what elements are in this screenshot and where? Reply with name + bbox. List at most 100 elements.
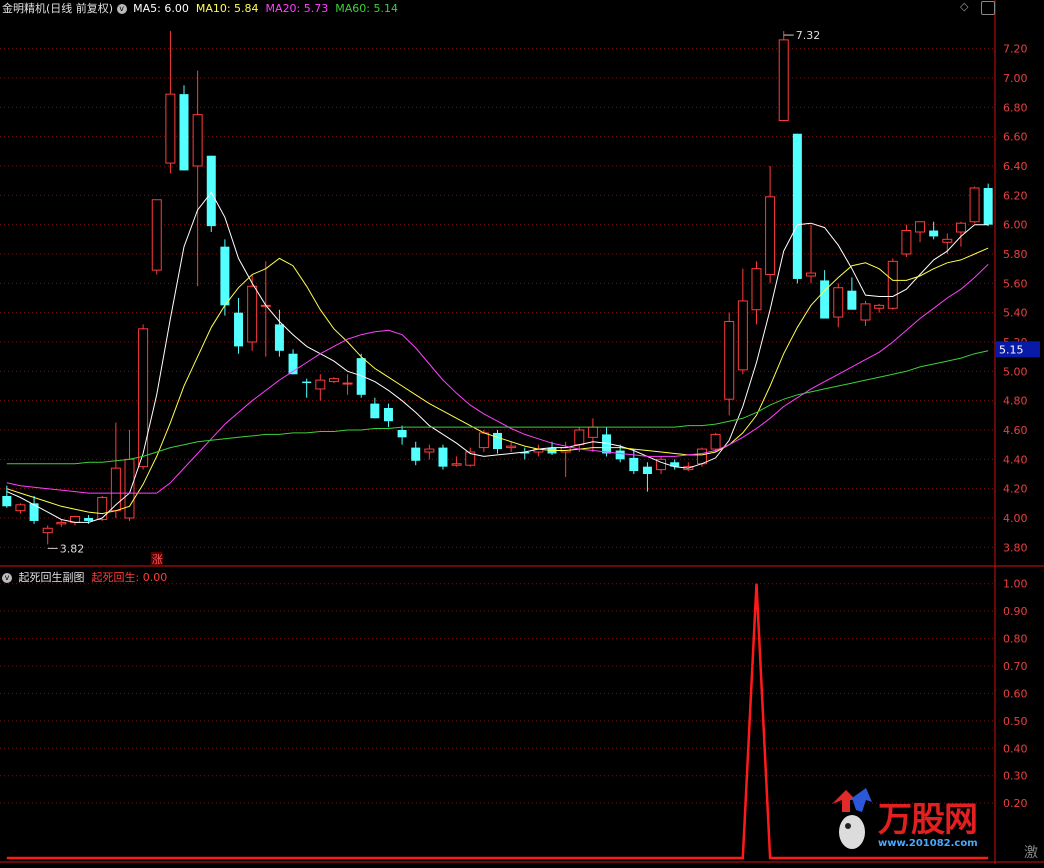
ma60-label: MA60: bbox=[335, 2, 370, 15]
candle[interactable] bbox=[234, 298, 244, 354]
candle[interactable] bbox=[247, 274, 258, 351]
candle-body bbox=[220, 246, 230, 306]
candle[interactable] bbox=[751, 261, 762, 325]
candle[interactable] bbox=[915, 221, 926, 243]
candle[interactable] bbox=[151, 199, 162, 275]
candle[interactable] bbox=[887, 258, 898, 310]
candle[interactable] bbox=[833, 283, 844, 328]
indicator-tick-label: 0.80 bbox=[1003, 633, 1028, 646]
candle[interactable] bbox=[397, 425, 407, 445]
candle[interactable] bbox=[29, 496, 39, 524]
candle-body bbox=[942, 238, 953, 243]
current-price-tag: 5.15 bbox=[999, 343, 1024, 356]
candle[interactable] bbox=[220, 239, 230, 316]
candle-body bbox=[302, 381, 312, 384]
price-tick-label: 4.00 bbox=[1003, 512, 1028, 525]
panel-toggle-icon[interactable] bbox=[981, 1, 995, 15]
candle-body bbox=[778, 39, 789, 122]
candle-body bbox=[820, 280, 830, 319]
candle[interactable] bbox=[342, 374, 353, 395]
candle[interactable] bbox=[805, 224, 816, 284]
candle[interactable] bbox=[520, 447, 530, 460]
candle[interactable] bbox=[533, 444, 544, 457]
candle[interactable] bbox=[874, 303, 885, 313]
candle[interactable] bbox=[860, 300, 871, 326]
ma10-value: 5.84 bbox=[234, 2, 259, 15]
price-tick-label: 6.60 bbox=[1003, 131, 1028, 144]
price-tick-label: 5.40 bbox=[1003, 307, 1028, 320]
candle[interactable] bbox=[302, 378, 312, 398]
ma5-label: MA5: bbox=[133, 2, 161, 15]
candle-body bbox=[506, 445, 517, 449]
chevron-down-icon[interactable]: v bbox=[2, 573, 12, 583]
rooster-logo-icon bbox=[832, 788, 872, 849]
candle[interactable] bbox=[765, 166, 776, 284]
limit-up-badge: 涨 bbox=[152, 553, 163, 566]
candle[interactable] bbox=[370, 397, 380, 419]
candle-body bbox=[765, 196, 776, 276]
candle[interactable] bbox=[656, 456, 667, 474]
ma20-label: MA20: bbox=[265, 2, 301, 15]
candle[interactable] bbox=[206, 155, 216, 232]
candle-body bbox=[234, 312, 244, 347]
candle[interactable] bbox=[493, 430, 502, 454]
candle[interactable] bbox=[587, 418, 598, 452]
candle[interactable] bbox=[315, 374, 326, 401]
candle-body bbox=[955, 222, 966, 233]
candle[interactable] bbox=[506, 441, 517, 452]
candle-body bbox=[574, 429, 585, 446]
candle[interactable] bbox=[901, 224, 912, 257]
stock-chart-svg[interactable]: 3.804.004.204.404.604.805.005.205.405.60… bbox=[0, 0, 1044, 864]
candle-body bbox=[629, 457, 639, 472]
candle-body bbox=[493, 432, 502, 450]
candle-body bbox=[833, 287, 844, 318]
chart-stage[interactable]: 3.804.004.204.404.604.805.005.205.405.60… bbox=[0, 0, 1044, 864]
diamond-icon[interactable]: ◇ bbox=[960, 0, 968, 13]
candle[interactable] bbox=[629, 449, 639, 474]
candle[interactable] bbox=[724, 312, 735, 416]
price-tick-label: 7.20 bbox=[1003, 43, 1028, 56]
candle[interactable] bbox=[165, 31, 176, 174]
candle[interactable] bbox=[465, 447, 476, 467]
price-tick-label: 4.60 bbox=[1003, 424, 1028, 437]
chevron-down-icon[interactable]: v bbox=[116, 4, 127, 14]
price-tick-label: 6.00 bbox=[1003, 219, 1028, 232]
candle-body bbox=[151, 199, 162, 271]
candle[interactable] bbox=[438, 444, 448, 470]
candle[interactable] bbox=[110, 422, 121, 518]
price-tick-label: 4.40 bbox=[1003, 453, 1028, 466]
indicator-tick-label: 0.60 bbox=[1003, 687, 1028, 700]
price-tick-label: 4.20 bbox=[1003, 483, 1028, 496]
candle[interactable] bbox=[15, 503, 26, 514]
candle[interactable] bbox=[983, 183, 993, 227]
candle-body bbox=[370, 403, 380, 419]
candle[interactable] bbox=[969, 186, 980, 224]
candle-body bbox=[860, 303, 871, 321]
candle[interactable] bbox=[737, 268, 748, 375]
candle[interactable] bbox=[179, 85, 189, 171]
candle[interactable] bbox=[847, 277, 857, 310]
candle[interactable] bbox=[411, 441, 421, 466]
candle-body bbox=[929, 230, 939, 237]
candle[interactable] bbox=[424, 444, 435, 460]
candle[interactable] bbox=[42, 525, 53, 545]
candle[interactable] bbox=[288, 349, 298, 375]
candle[interactable] bbox=[138, 324, 149, 470]
candle-body bbox=[887, 260, 898, 309]
candle[interactable] bbox=[69, 516, 80, 526]
candle[interactable] bbox=[97, 496, 108, 521]
stock-title: 金明精机(日线 前复权) bbox=[2, 2, 114, 15]
indicator-tick-label: 0.40 bbox=[1003, 742, 1028, 755]
candle[interactable] bbox=[274, 309, 284, 357]
axes-layer bbox=[0, 0, 1044, 864]
candle[interactable] bbox=[792, 133, 802, 284]
candle[interactable] bbox=[642, 462, 652, 492]
brand-name: 万股网 bbox=[878, 800, 978, 840]
candle[interactable] bbox=[383, 403, 393, 428]
price-tick-label: 5.00 bbox=[1003, 365, 1028, 378]
candle[interactable] bbox=[451, 456, 462, 467]
candle[interactable] bbox=[670, 459, 680, 470]
candle[interactable] bbox=[778, 31, 789, 122]
candle[interactable] bbox=[328, 377, 339, 384]
sub-grid bbox=[0, 583, 995, 804]
